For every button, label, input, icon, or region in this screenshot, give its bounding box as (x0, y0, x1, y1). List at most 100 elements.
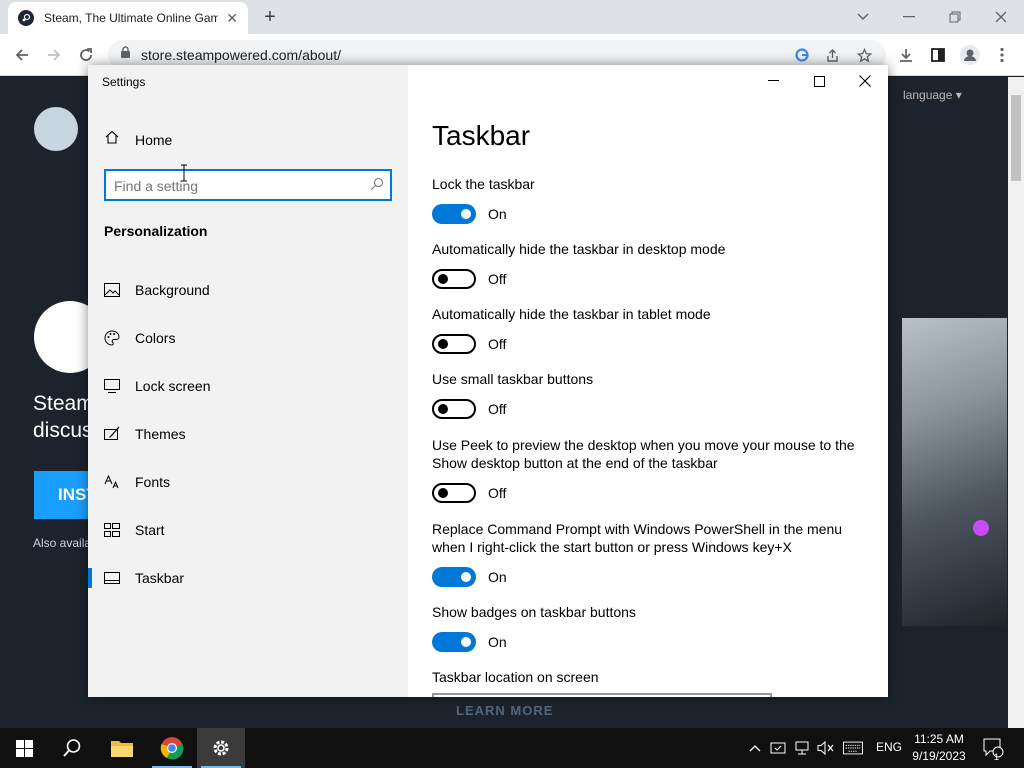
toggle-knob (461, 572, 471, 582)
sidebar-item-start[interactable]: Start (88, 510, 408, 550)
notification-count: 1 (994, 752, 1000, 762)
start-icon (104, 522, 120, 538)
picture-icon (104, 282, 120, 298)
powershell-state: On (488, 569, 507, 585)
language-label: language (903, 88, 953, 102)
fonts-icon (104, 474, 120, 490)
toggle-knob (438, 274, 448, 284)
page-title: Taskbar (432, 120, 531, 151)
action-tray-icon[interactable] (768, 738, 788, 758)
sidebar-item-home[interactable]: Home (104, 129, 172, 150)
download-icon[interactable] (896, 45, 916, 65)
tab-close-icon[interactable]: ✕ (226, 10, 238, 27)
sidebar-item-label: Background (135, 282, 210, 298)
file-explorer-icon[interactable] (98, 728, 146, 768)
lock-taskbar-label: Lock the taskbar (432, 176, 535, 192)
install-steam-button[interactable]: INSTALL (34, 471, 94, 519)
small-buttons-state: Off (488, 401, 507, 417)
close-button[interactable] (842, 65, 888, 97)
browser-close-button[interactable] (978, 4, 1024, 30)
back-arrow-icon[interactable] (10, 43, 34, 67)
small-buttons-toggle[interactable] (432, 399, 476, 419)
windows-start-icon[interactable] (0, 728, 48, 768)
hero-image (902, 318, 1007, 626)
settings-search-input[interactable] (114, 176, 364, 196)
forward-arrow-icon[interactable] (42, 43, 66, 67)
sidebar-item-background[interactable]: Background (88, 270, 408, 310)
url-text: store.steampowered.com/about/ (141, 47, 341, 63)
autohide-desktop-toggle[interactable] (432, 269, 476, 289)
bookmark-star-icon[interactable] (856, 47, 872, 63)
sidebar-item-lock-screen[interactable]: Lock screen (88, 366, 408, 406)
language-dropdown[interactable]: language ▾ (903, 88, 962, 102)
toggle-knob (438, 488, 448, 498)
minimize-button[interactable] (750, 65, 796, 97)
sidebar-item-colors[interactable]: Colors (88, 318, 408, 358)
volume-muted-icon[interactable] (816, 738, 836, 758)
chevron-up-icon[interactable] (745, 738, 765, 758)
lock-taskbar-toggle[interactable] (432, 204, 476, 224)
section-heading: Personalization (104, 223, 208, 239)
new-tab-button[interactable]: + (258, 5, 282, 29)
tab-search-icon[interactable] (840, 4, 886, 30)
taskbar-icon (104, 570, 120, 586)
settings-search-box[interactable] (104, 169, 392, 201)
sidebar-item-themes[interactable]: Themes (88, 414, 408, 454)
small-buttons-label: Use small taskbar buttons (432, 371, 594, 387)
side-panel-icon[interactable] (928, 45, 948, 65)
window-title: Settings (102, 75, 146, 89)
badges-toggle[interactable] (432, 632, 476, 652)
sidebar-item-label: Colors (135, 330, 176, 346)
home-icon (104, 129, 120, 150)
peek-state: Off (488, 485, 507, 501)
chrome-menu-icon[interactable] (992, 45, 1012, 65)
steam-headline: Steam discuss (33, 392, 93, 442)
toggle-knob (461, 637, 471, 647)
autohide-tablet-toggle[interactable] (432, 334, 476, 354)
settings-taskbar-icon[interactable] (197, 728, 245, 768)
sidebar-item-label: Themes (135, 426, 186, 442)
share-icon[interactable] (824, 47, 840, 63)
search-icon[interactable] (370, 177, 384, 196)
toggle-knob (438, 404, 448, 414)
sidebar-item-taskbar[interactable]: Taskbar (88, 558, 408, 598)
search-taskbar-icon[interactable] (48, 728, 96, 768)
autohide-desktop-label: Automatically hide the taskbar in deskto… (432, 241, 726, 257)
maximize-button[interactable] (796, 65, 842, 97)
text-cursor-icon (180, 164, 188, 187)
chrome-taskbar-icon[interactable] (148, 728, 196, 768)
palette-icon (104, 330, 120, 346)
reload-icon[interactable] (74, 43, 98, 67)
browser-tab[interactable]: Steam, The Ultimate Online Game Platform… (8, 2, 248, 34)
network-icon[interactable] (792, 738, 812, 758)
input-language[interactable]: ENG (876, 740, 902, 754)
system-clock[interactable]: 11:25 AM 9/19/2023 (904, 731, 974, 765)
badges-label: Show badges on taskbar buttons (432, 604, 636, 620)
autohide-desktop-state: Off (488, 271, 507, 287)
scrollbar-thumb[interactable] (1011, 95, 1021, 181)
toggle-knob (461, 209, 471, 219)
browser-tab-strip: Steam, The Ultimate Online Game Platform… (0, 0, 1024, 34)
learn-more-link[interactable]: LEARN MORE (456, 703, 553, 718)
taskbar-location-dropdown[interactable] (432, 693, 772, 697)
profile-avatar-icon[interactable] (960, 45, 980, 65)
lock-screen-icon (104, 378, 120, 394)
powershell-toggle[interactable] (432, 567, 476, 587)
google-icon[interactable] (794, 47, 810, 63)
themes-icon (104, 426, 120, 442)
tab-title: Steam, The Ultimate Online Game Platform (44, 11, 219, 25)
peek-toggle[interactable] (432, 483, 476, 503)
peek-label: Use Peek to preview the desktop when you… (432, 437, 855, 471)
page-scrollbar[interactable] (1008, 77, 1024, 728)
browser-restore-button[interactable] (932, 4, 978, 30)
browser-minimize-button[interactable] (886, 4, 932, 30)
windows-taskbar: ENG 11:25 AM 9/19/2023 1 (0, 728, 1024, 768)
keyboard-icon[interactable] (843, 738, 863, 758)
sidebar-item-label: Start (135, 522, 165, 538)
steam-logo-icon[interactable] (34, 107, 78, 151)
steam-favicon-icon (18, 10, 34, 26)
lock-icon[interactable] (120, 46, 131, 64)
hero-accent-dot (973, 520, 989, 536)
also-available-text: Also available (33, 536, 93, 550)
sidebar-item-fonts[interactable]: Fonts (88, 462, 408, 502)
